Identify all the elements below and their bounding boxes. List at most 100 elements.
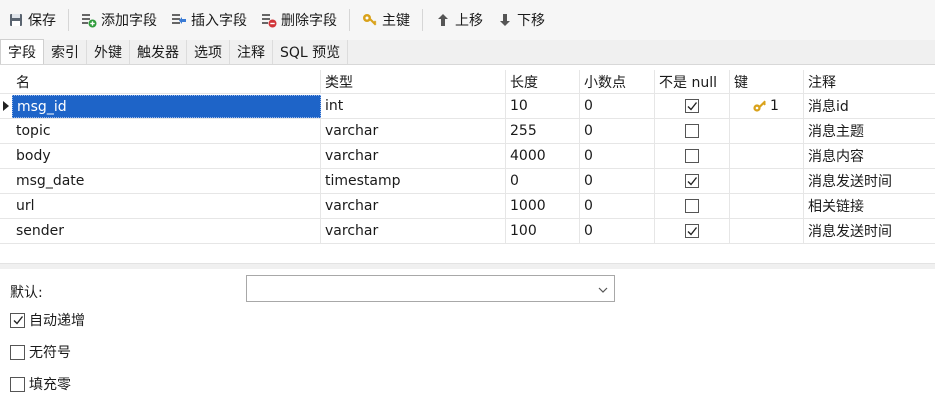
save-label: 保存 xyxy=(28,13,56,29)
tab-triggers[interactable]: 触发器 xyxy=(130,40,187,64)
field-length-cell[interactable]: 4000 xyxy=(506,144,580,168)
table-row[interactable]: topic varchar 255 0 消息主题 xyxy=(0,119,935,144)
tab-fields[interactable]: 字段 xyxy=(0,39,44,64)
tab-foreign-keys[interactable]: 外键 xyxy=(87,40,130,64)
column-header-key[interactable]: 键 xyxy=(730,70,804,93)
tab-comment[interactable]: 注释 xyxy=(230,40,273,64)
field-comment-cell[interactable]: 消息内容 xyxy=(804,144,935,168)
field-type-cell[interactable]: varchar xyxy=(321,219,506,243)
field-length-cell[interactable]: 0 xyxy=(506,169,580,193)
toolbar-separator xyxy=(349,9,350,31)
key-indicator: 1 xyxy=(734,98,779,114)
column-header-comment[interactable]: 注释 xyxy=(804,70,935,93)
field-name-cell[interactable]: msg_date xyxy=(12,169,321,193)
field-not-null-cell[interactable] xyxy=(655,219,730,243)
field-length-cell[interactable]: 255 xyxy=(506,119,580,143)
zerofill-label: 填充零 xyxy=(29,377,71,393)
unsigned-checkbox[interactable] xyxy=(10,344,25,360)
field-name-cell[interactable]: body xyxy=(12,144,321,168)
unsigned-label: 无符号 xyxy=(29,345,71,361)
add-field-icon xyxy=(81,12,97,28)
primary-key-button[interactable]: 主键 xyxy=(358,6,414,34)
field-name-cell[interactable]: topic xyxy=(12,119,321,143)
field-not-null-cell[interactable] xyxy=(655,94,730,118)
tab-sql-preview[interactable]: SQL 预览 xyxy=(273,40,349,64)
field-decimals-cell[interactable]: 0 xyxy=(580,219,655,243)
field-comment-cell[interactable]: 消息发送时间 xyxy=(804,169,935,193)
field-length-cell[interactable]: 10 xyxy=(506,94,580,118)
not-null-checkbox[interactable] xyxy=(685,199,699,213)
move-down-button[interactable]: 下移 xyxy=(493,6,549,34)
field-type-cell[interactable]: varchar xyxy=(321,119,506,143)
unsigned-option[interactable]: 无符号 xyxy=(10,342,71,362)
column-header-not-null[interactable]: 不是 null xyxy=(655,70,730,93)
add-field-button[interactable]: 添加字段 xyxy=(77,6,161,34)
column-header-length[interactable]: 长度 xyxy=(506,70,580,93)
splitter[interactable] xyxy=(0,263,935,269)
field-length-cell[interactable]: 100 xyxy=(506,219,580,243)
field-key-cell[interactable]: 1 xyxy=(730,94,804,118)
field-type-cell[interactable]: timestamp xyxy=(321,169,506,193)
move-up-button[interactable]: 上移 xyxy=(431,6,487,34)
not-null-checkbox[interactable] xyxy=(685,124,699,138)
arrow-up-icon xyxy=(435,12,451,28)
field-name-cell[interactable]: msg_id xyxy=(12,95,321,118)
field-decimals-cell[interactable]: 0 xyxy=(580,194,655,218)
not-null-checkbox[interactable] xyxy=(685,149,699,163)
not-null-checkbox[interactable] xyxy=(685,224,699,238)
table-row[interactable]: msg_date timestamp 0 0 消息发送时间 xyxy=(0,169,935,194)
chevron-down-icon xyxy=(598,281,608,297)
field-name-cell[interactable]: url xyxy=(12,194,321,218)
field-not-null-cell[interactable] xyxy=(655,119,730,143)
tab-indexes[interactable]: 索引 xyxy=(44,40,87,64)
auto-increment-option[interactable]: 自动递增 xyxy=(10,310,85,330)
field-comment-cell[interactable]: 消息id xyxy=(804,94,935,118)
field-type-cell[interactable]: int xyxy=(321,94,506,118)
grid-header: 名 类型 长度 小数点 不是 null 键 注释 xyxy=(0,70,935,94)
field-key-cell[interactable] xyxy=(730,194,804,218)
field-comment-cell[interactable]: 相关链接 xyxy=(804,194,935,218)
field-key-cell[interactable] xyxy=(730,169,804,193)
table-row[interactable]: url varchar 1000 0 相关链接 xyxy=(0,194,935,219)
field-not-null-cell[interactable] xyxy=(655,169,730,193)
not-null-checkbox[interactable] xyxy=(685,174,699,188)
table-row[interactable]: msg_id int 10 0 1 消息id xyxy=(0,94,935,119)
column-header-type[interactable]: 类型 xyxy=(321,70,506,93)
primary-key-label: 主键 xyxy=(382,13,410,29)
delete-field-button[interactable]: 删除字段 xyxy=(257,6,341,34)
key-order: 1 xyxy=(770,98,779,114)
field-name-cell[interactable]: sender xyxy=(12,219,321,243)
save-button[interactable]: 保存 xyxy=(4,6,60,34)
not-null-checkbox[interactable] xyxy=(685,99,699,113)
field-not-null-cell[interactable] xyxy=(655,144,730,168)
field-comment-cell[interactable]: 消息发送时间 xyxy=(804,219,935,243)
table-row[interactable]: sender varchar 100 0 消息发送时间 xyxy=(0,219,935,244)
toolbar-separator xyxy=(422,9,423,31)
grid-body: msg_id int 10 0 1 消息id topic varchar 255 0 消息主题 bod… xyxy=(0,94,935,244)
field-type-cell[interactable]: varchar xyxy=(321,194,506,218)
field-not-null-cell[interactable] xyxy=(655,194,730,218)
field-key-cell[interactable] xyxy=(730,144,804,168)
tab-options[interactable]: 选项 xyxy=(187,40,230,64)
field-decimals-cell[interactable]: 0 xyxy=(580,169,655,193)
row-pointer-icon xyxy=(3,101,9,111)
field-comment-cell[interactable]: 消息主题 xyxy=(804,119,935,143)
auto-increment-checkbox[interactable] xyxy=(10,312,25,328)
zerofill-option[interactable]: 填充零 xyxy=(10,374,71,394)
column-header-decimals[interactable]: 小数点 xyxy=(580,70,655,93)
field-length-cell[interactable]: 1000 xyxy=(506,194,580,218)
toolbar-separator xyxy=(68,9,69,31)
row-indicator xyxy=(0,94,12,118)
field-type-cell[interactable]: varchar xyxy=(321,144,506,168)
column-header-name[interactable]: 名 xyxy=(12,70,321,93)
row-indicator xyxy=(0,119,12,143)
table-row[interactable]: body varchar 4000 0 消息内容 xyxy=(0,144,935,169)
field-decimals-cell[interactable]: 0 xyxy=(580,119,655,143)
default-select[interactable] xyxy=(246,275,615,302)
insert-field-button[interactable]: 插入字段 xyxy=(167,6,251,34)
field-key-cell[interactable] xyxy=(730,219,804,243)
field-key-cell[interactable] xyxy=(730,119,804,143)
zerofill-checkbox[interactable] xyxy=(10,376,25,392)
field-decimals-cell[interactable]: 0 xyxy=(580,144,655,168)
field-decimals-cell[interactable]: 0 xyxy=(580,94,655,118)
